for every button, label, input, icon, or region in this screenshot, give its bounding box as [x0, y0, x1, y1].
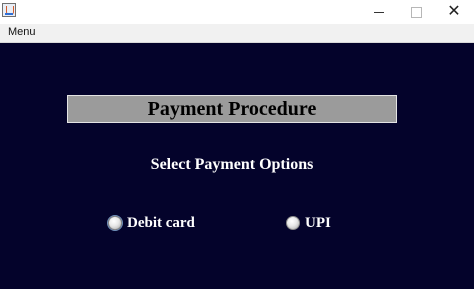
title-bar: ✕ — [0, 0, 474, 24]
upi-radio[interactable]: UPI — [286, 213, 331, 233]
close-button[interactable]: ✕ — [436, 0, 472, 24]
java-app-icon — [2, 3, 16, 17]
menu-item-menu[interactable]: Menu — [8, 26, 36, 38]
debit-card-radio[interactable]: Debit card — [108, 213, 195, 233]
maximize-button[interactable] — [398, 0, 434, 24]
radio-button-icon — [108, 216, 122, 230]
page-title: Payment Procedure — [67, 95, 397, 123]
payment-options-label: Select Payment Options — [150, 156, 314, 173]
close-icon: ✕ — [447, 1, 461, 20]
payment-panel: Payment Procedure Select Payment Options… — [0, 43, 474, 289]
upi-label: UPI — [305, 214, 331, 231]
radio-button-icon — [286, 216, 300, 230]
minimize-button[interactable] — [361, 0, 397, 24]
debit-card-label: Debit card — [127, 214, 195, 231]
menu-bar: Menu — [0, 24, 474, 43]
